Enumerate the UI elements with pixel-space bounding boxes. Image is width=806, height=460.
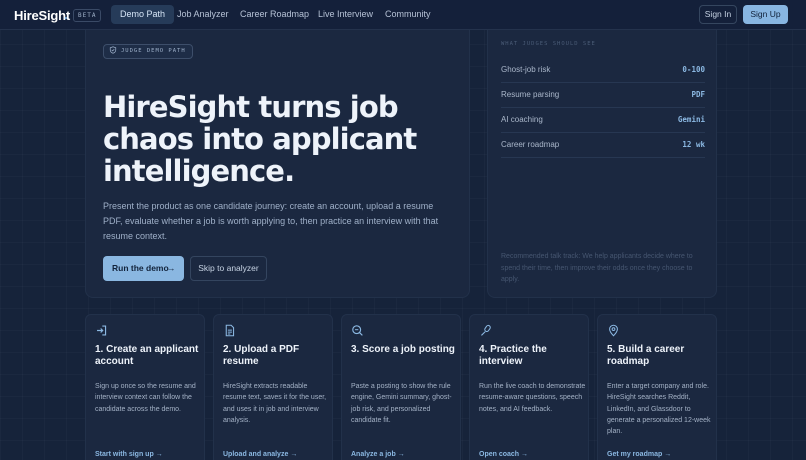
top-navbar: HireSight . BETA Demo Path Job Analyzer …: [0, 0, 806, 30]
judge-row-label: Ghost-job risk: [501, 65, 551, 74]
step-title: 3. Score a job posting: [351, 344, 455, 355]
step-link-label: Get my roadmap: [607, 451, 663, 458]
arrow-right-icon: →: [521, 451, 529, 458]
shield-check-icon: [109, 46, 117, 54]
nav-live-interview[interactable]: Live Interview: [309, 5, 382, 24]
step-description: Run the live coach to demonstrate resume…: [479, 383, 586, 413]
login-icon: [97, 325, 107, 336]
judges-label: WHAT JUDGES SHOULD SEE: [501, 41, 596, 47]
document-icon: [225, 324, 235, 337]
step-title: 1. Create an applicant account: [95, 344, 199, 367]
beta-badge: BETA: [73, 9, 102, 22]
hero-description: Present the product as one candidate jou…: [103, 201, 439, 241]
judge-row-value: PDF: [691, 90, 705, 99]
judge-row-label: Career roadmap: [501, 140, 560, 149]
judge-row-value: 0-100: [682, 65, 705, 74]
upload-and-analyze-link[interactable]: Upload and analyze →: [223, 451, 297, 458]
judge-row: Ghost-job risk 0-100: [501, 58, 705, 83]
nav-demo-path[interactable]: Demo Path: [111, 5, 175, 24]
step-description: Enter a target company and role. HireSig…: [607, 383, 711, 436]
step-link-label: Analyze a job: [351, 451, 396, 458]
run-demo-label: Run the demo: [112, 263, 169, 273]
run-demo-button[interactable]: Run the demo →: [103, 256, 184, 281]
start-with-sign-up-link[interactable]: Start with sign up →: [95, 451, 163, 458]
hero-panel: JUDGE DEMO PATH HireSight turns job chao…: [85, 30, 470, 298]
sign-in-button[interactable]: Sign In: [699, 5, 737, 24]
judge-row: AI coaching Gemini: [501, 108, 705, 133]
pill-label: JUDGE DEMO PATH: [121, 48, 186, 54]
analyze-a-job-link[interactable]: Analyze a job →: [351, 451, 405, 458]
nav-job-analyzer[interactable]: Job Analyzer: [168, 5, 238, 24]
step-card-create-account: 1. Create an applicant account Sign up o…: [85, 314, 205, 460]
logo[interactable]: HireSight: [14, 8, 70, 23]
judges-panel: WHAT JUDGES SHOULD SEE Ghost-job risk 0-…: [487, 30, 717, 298]
step-card-career-roadmap: 5. Build a career roadmap Enter a target…: [597, 314, 717, 460]
open-coach-link[interactable]: Open coach →: [479, 451, 528, 458]
logo-dot: .: [64, 7, 68, 22]
step-title: 5. Build a career roadmap: [607, 344, 685, 367]
talk-track-note: Recommended talk track: We help applican…: [501, 253, 693, 283]
arrow-right-icon: →: [397, 451, 405, 458]
step-title: 2. Upload a PDF resume: [223, 344, 300, 367]
get-my-roadmap-link[interactable]: Get my roadmap →: [607, 451, 671, 458]
nav-community[interactable]: Community: [376, 5, 440, 24]
judge-row-value: 12 wk: [682, 140, 705, 149]
step-description: Sign up once so the resume and interview…: [95, 383, 196, 413]
judge-row-value: Gemini: [677, 115, 705, 124]
judge-row-label: AI coaching: [501, 115, 543, 124]
map-pin-icon: [609, 324, 618, 337]
step-link-label: Start with sign up: [95, 451, 154, 458]
step-link-label: Upload and analyze: [223, 451, 289, 458]
arrow-right-icon: →: [167, 263, 176, 273]
step-title: 4. Practice the interview: [479, 344, 547, 367]
arrow-right-icon: →: [155, 451, 163, 458]
step-card-score-job: 3. Score a job posting Paste a posting t…: [341, 314, 461, 460]
search-icon: [352, 325, 363, 336]
skip-to-analyzer-button[interactable]: Skip to analyzer: [190, 256, 267, 281]
step-link-label: Open coach: [479, 451, 520, 458]
step-card-practice-interview: 4. Practice the interview Run the live c…: [469, 314, 589, 460]
microphone-icon: [481, 324, 491, 336]
step-card-upload-resume: 2. Upload a PDF resume HireSight extract…: [213, 314, 333, 460]
arrow-right-icon: →: [290, 451, 298, 458]
sign-up-button[interactable]: Sign Up: [743, 5, 788, 24]
hero-title: HireSight turns job chaos into applicant…: [103, 90, 417, 188]
judge-row-label: Resume parsing: [501, 90, 560, 99]
judge-row: Career roadmap 12 wk: [501, 133, 705, 158]
judge-demo-pill: JUDGE DEMO PATH: [103, 44, 193, 59]
arrow-right-icon: →: [664, 451, 672, 458]
judge-row: Resume parsing PDF: [501, 83, 705, 108]
step-description: HireSight extracts readable resume text,…: [223, 383, 327, 424]
step-description: Paste a posting to show the rule engine,…: [351, 383, 452, 424]
nav-career-roadmap[interactable]: Career Roadmap: [231, 5, 318, 24]
